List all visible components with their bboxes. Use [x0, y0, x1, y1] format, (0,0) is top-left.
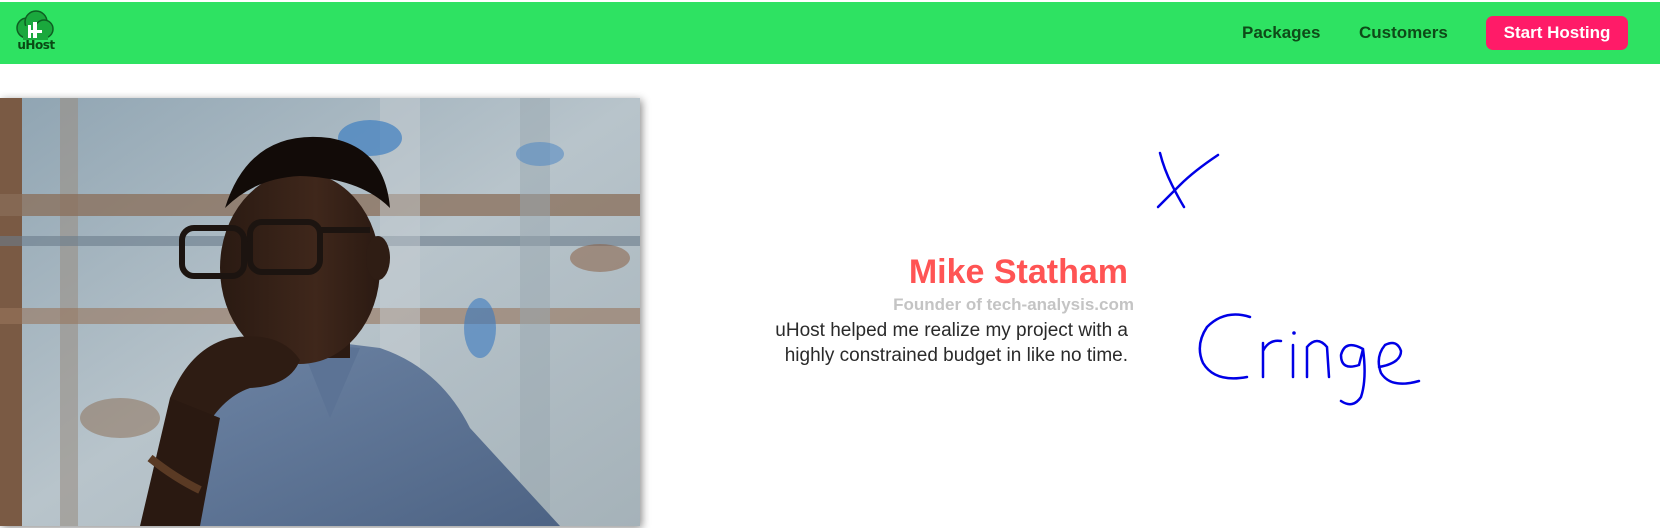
main-header: uHost Packages Customers Start Hosting: [0, 2, 1660, 64]
customer-photo: [0, 98, 640, 526]
nav-packages-link[interactable]: Packages: [1242, 22, 1320, 44]
customer-quote: uHost helped me realize my project with …: [680, 318, 1128, 368]
quote-line: highly constrained budget in like no tim…: [784, 345, 1128, 366]
main-nav: Packages Customers Start Hosting: [0, 2, 1660, 64]
quote-line: uHost helped me realize my project with …: [775, 320, 1128, 341]
handwritten-cringe-word: [1198, 313, 1421, 406]
nav-customers-link[interactable]: Customers: [1359, 22, 1448, 44]
testimonial: Mike Statham Founder of tech-analysis.co…: [680, 250, 1134, 368]
page: uHost Packages Customers Start Hosting M…: [0, 0, 1664, 528]
handwritten-x-mark: [1156, 151, 1220, 209]
customer-name: Mike Statham: [908, 253, 1128, 291]
customer-portrait-image: [0, 98, 640, 526]
customer-role: Founder of tech-analysis.com: [893, 295, 1134, 314]
start-hosting-button[interactable]: Start Hosting: [1486, 16, 1628, 50]
